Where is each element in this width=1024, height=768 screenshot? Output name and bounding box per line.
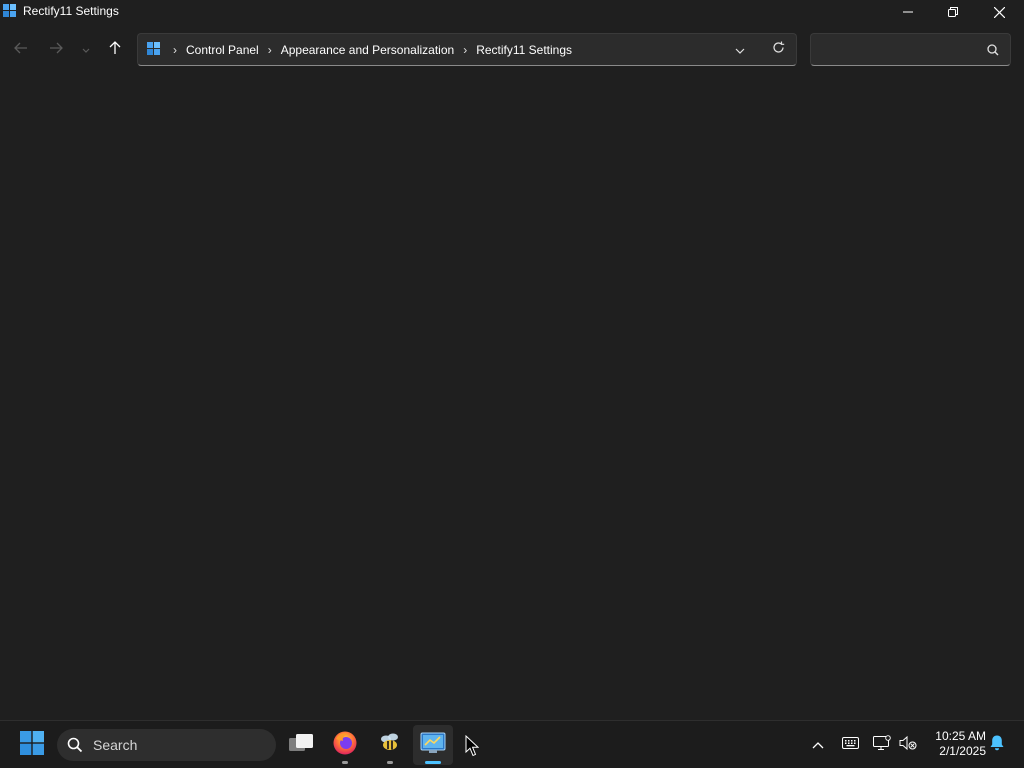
minimize-button[interactable] — [885, 0, 931, 24]
taskbar-search-label: Search — [93, 737, 138, 753]
bell-icon — [989, 734, 1005, 756]
close-button[interactable] — [976, 0, 1022, 24]
touch-keyboard-button[interactable] — [838, 733, 862, 757]
clock[interactable]: 10:25 AM 2/1/2025 — [922, 729, 986, 761]
breadcrumb-appearance-and-personalization[interactable]: Appearance and Personalization — [279, 43, 456, 57]
search-input[interactable] — [819, 40, 983, 60]
arrow-right-icon — [49, 41, 63, 59]
breadcrumb-rectify11-settings[interactable]: Rectify11 Settings — [474, 43, 574, 57]
taskbar: Search 10:25 AM 2/1/2025 — [0, 720, 1024, 768]
taskbar-search[interactable]: Search — [57, 729, 276, 761]
content-area — [0, 70, 1024, 720]
taskbar-control-panel[interactable] — [413, 725, 453, 765]
firefox-icon — [332, 730, 358, 761]
control-panel-window: Rectify11 Settings › Control Panel › App… — [0, 0, 1024, 720]
breadcrumb-separator[interactable]: › — [263, 43, 277, 57]
up-button[interactable] — [103, 38, 127, 62]
breadcrumb-separator[interactable]: › — [168, 43, 182, 57]
breadcrumb-separator[interactable]: › — [458, 43, 472, 57]
back-button[interactable] — [9, 38, 33, 62]
taskbar-bee-app[interactable] — [370, 725, 410, 765]
search-icon — [67, 737, 83, 753]
active-indicator — [425, 761, 441, 764]
address-history-dropdown[interactable] — [732, 42, 748, 58]
restore-icon — [948, 7, 958, 17]
arrow-up-icon — [109, 40, 121, 60]
forward-button[interactable] — [44, 38, 68, 62]
arrow-left-icon — [14, 41, 28, 59]
refresh-icon — [772, 41, 785, 59]
breadcrumb: › Control Panel › Appearance and Persona… — [166, 34, 574, 65]
chevron-up-icon — [812, 736, 824, 754]
control-panel-icon[interactable] — [147, 42, 161, 56]
keyboard-icon — [841, 736, 859, 754]
volume-muted-icon — [899, 735, 917, 756]
task-view-icon — [288, 733, 314, 758]
mouse-cursor-icon — [465, 734, 480, 757]
clock-time: 10:25 AM — [935, 729, 986, 743]
start-button[interactable] — [14, 729, 50, 761]
windows-logo-icon — [20, 730, 44, 760]
chevron-down-icon — [82, 41, 90, 59]
show-hidden-icons-button[interactable] — [806, 733, 830, 757]
recent-locations-button[interactable] — [76, 38, 96, 62]
notifications-button[interactable] — [985, 733, 1009, 757]
control-panel-icon — [3, 4, 17, 18]
close-icon — [993, 6, 1005, 18]
taskbar-task-view[interactable] — [281, 725, 321, 765]
running-indicator — [342, 761, 348, 764]
chevron-down-icon — [735, 41, 745, 59]
control-panel-icon — [420, 732, 446, 759]
volume-button[interactable] — [896, 733, 920, 757]
running-indicator — [387, 761, 393, 764]
refresh-button[interactable] — [770, 41, 786, 59]
network-icon — [873, 734, 891, 756]
breadcrumb-control-panel[interactable]: Control Panel — [184, 43, 261, 57]
network-button[interactable] — [870, 733, 894, 757]
search-icon[interactable] — [986, 43, 1000, 57]
address-bar[interactable]: › Control Panel › Appearance and Persona… — [137, 33, 797, 66]
minimize-icon — [903, 7, 913, 17]
window-title: Rectify11 Settings — [23, 4, 119, 18]
title-bar[interactable]: Rectify11 Settings — [0, 0, 1024, 24]
clock-date: 2/1/2025 — [939, 744, 986, 758]
bee-icon — [378, 731, 402, 760]
search-control-panel[interactable] — [810, 33, 1011, 66]
restore-button[interactable] — [930, 0, 976, 24]
taskbar-firefox[interactable] — [325, 725, 365, 765]
